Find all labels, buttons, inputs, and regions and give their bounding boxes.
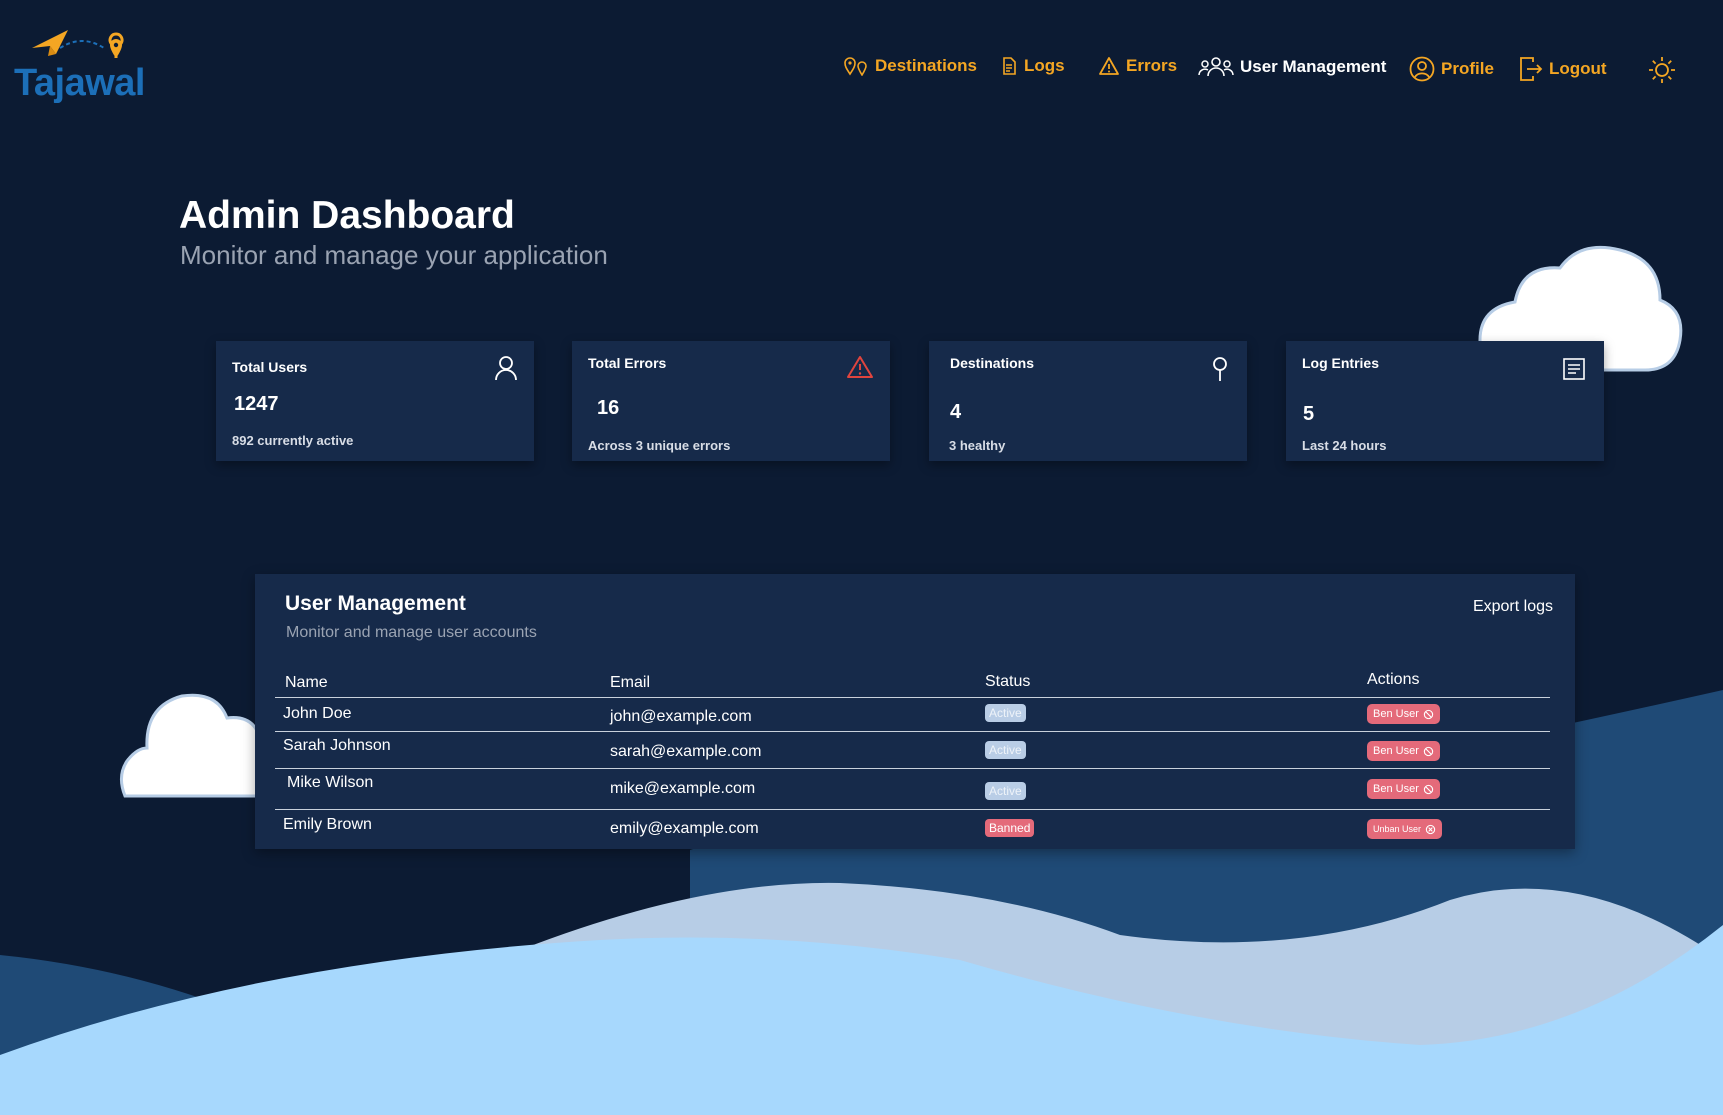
location-pin-icon [1213, 357, 1227, 381]
page-title: Admin Dashboard [179, 194, 515, 237]
status-badge: Active [985, 704, 1026, 722]
column-header-name: Name [285, 674, 328, 691]
ban-user-button[interactable]: Ben User [1367, 779, 1440, 799]
row-divider [275, 768, 1550, 769]
document-icon [1003, 57, 1016, 75]
nav-profile[interactable]: Profile [1409, 56, 1494, 82]
stat-card-destinations: Destinations 4 3 healthy [929, 341, 1247, 461]
ban-user-button[interactable]: Ben User [1367, 704, 1440, 724]
stat-subtext: Across 3 unique errors [588, 438, 731, 453]
logout-icon [1520, 57, 1543, 81]
page-subtitle: Monitor and manage your application [180, 240, 608, 270]
warning-icon [1099, 57, 1119, 75]
user-email: mike@example.com [610, 780, 756, 797]
background-waves [0, 690, 1723, 1115]
users-icon [1198, 57, 1234, 77]
nav-user-management[interactable]: User Management [1198, 56, 1386, 78]
status-badge: Banned [985, 819, 1035, 837]
stat-value: 4 [950, 401, 962, 423]
user-email: john@example.com [610, 708, 752, 725]
status-badge: Active [985, 782, 1026, 800]
stat-card-log-entries: Log Entries 5 Last 24 hours [1286, 341, 1604, 461]
status-badge: Active [985, 741, 1026, 759]
nav-logs[interactable]: Logs [1000, 56, 1065, 76]
user-email: emily@example.com [610, 820, 759, 837]
cloud-left [120, 693, 264, 798]
theme-toggle[interactable] [1648, 56, 1676, 84]
nav-destinations-label: Destinations [875, 56, 978, 75]
stat-value: 16 [597, 397, 620, 419]
user-name: Emily Brown [283, 816, 372, 833]
ban-user-button[interactable]: Ben User [1367, 741, 1440, 761]
nav-logout[interactable]: Logout [1519, 56, 1607, 82]
nav-logout-label: Logout [1549, 59, 1607, 78]
unban-user-button[interactable]: Unban User [1367, 819, 1443, 839]
action-label: Ben User [1373, 783, 1419, 795]
stat-subtext: Last 24 hours [1302, 438, 1387, 453]
user-circle-icon [1409, 56, 1435, 82]
panel-title: User Management [285, 592, 466, 615]
column-header-email: Email [610, 674, 651, 691]
row-divider [275, 731, 1550, 732]
top-navigation: Destinations Logs Errors User Management [0, 56, 1723, 92]
ban-icon [1423, 709, 1434, 719]
action-label: Unban User [1373, 824, 1422, 834]
user-name: Sarah Johnson [283, 737, 391, 754]
stat-card-total-users: Total Users 1247 892 currently active [216, 341, 534, 461]
unban-icon [1425, 824, 1436, 834]
stat-value: 1247 [234, 393, 279, 415]
user-name: John Doe [283, 705, 352, 722]
stat-card-total-errors: Total Errors 16 Across 3 unique errors [572, 341, 890, 461]
export-logs-button[interactable]: Export logs [1473, 598, 1553, 616]
stat-subtext: 3 healthy [949, 438, 1006, 453]
action-label: Ben User [1373, 745, 1419, 757]
sun-icon [1649, 57, 1675, 83]
stat-title: Destinations [950, 355, 1035, 371]
user-name: Mike Wilson [287, 774, 374, 791]
header-divider [275, 697, 1550, 698]
user-management-panel: User Management Monitor and manage user … [255, 574, 1575, 849]
nav-logs-label: Logs [1024, 56, 1065, 75]
nav-errors[interactable]: Errors [1098, 56, 1177, 76]
action-label: Ben User [1373, 708, 1419, 720]
stat-subtext: 892 currently active [232, 433, 354, 448]
column-header-status: Status [985, 673, 1031, 690]
ban-icon [1423, 746, 1434, 756]
nav-profile-label: Profile [1441, 59, 1494, 78]
stat-title: Total Users [232, 359, 308, 375]
log-document-icon [1563, 358, 1585, 380]
ban-icon [1423, 784, 1434, 794]
user-icon [495, 356, 517, 381]
user-email: sarah@example.com [610, 743, 762, 760]
nav-destinations[interactable]: Destinations [843, 56, 977, 76]
row-divider [275, 809, 1550, 810]
nav-errors-label: Errors [1126, 56, 1178, 75]
map-pins-icon [844, 57, 867, 76]
stat-title: Log Entries [1302, 355, 1380, 371]
panel-subtitle: Monitor and manage user accounts [286, 624, 537, 641]
column-header-actions: Actions [1367, 671, 1420, 688]
warning-icon [847, 356, 873, 378]
stat-value: 5 [1303, 403, 1315, 425]
stat-title: Total Errors [588, 355, 667, 371]
nav-user-management-label: User Management [1240, 57, 1387, 76]
